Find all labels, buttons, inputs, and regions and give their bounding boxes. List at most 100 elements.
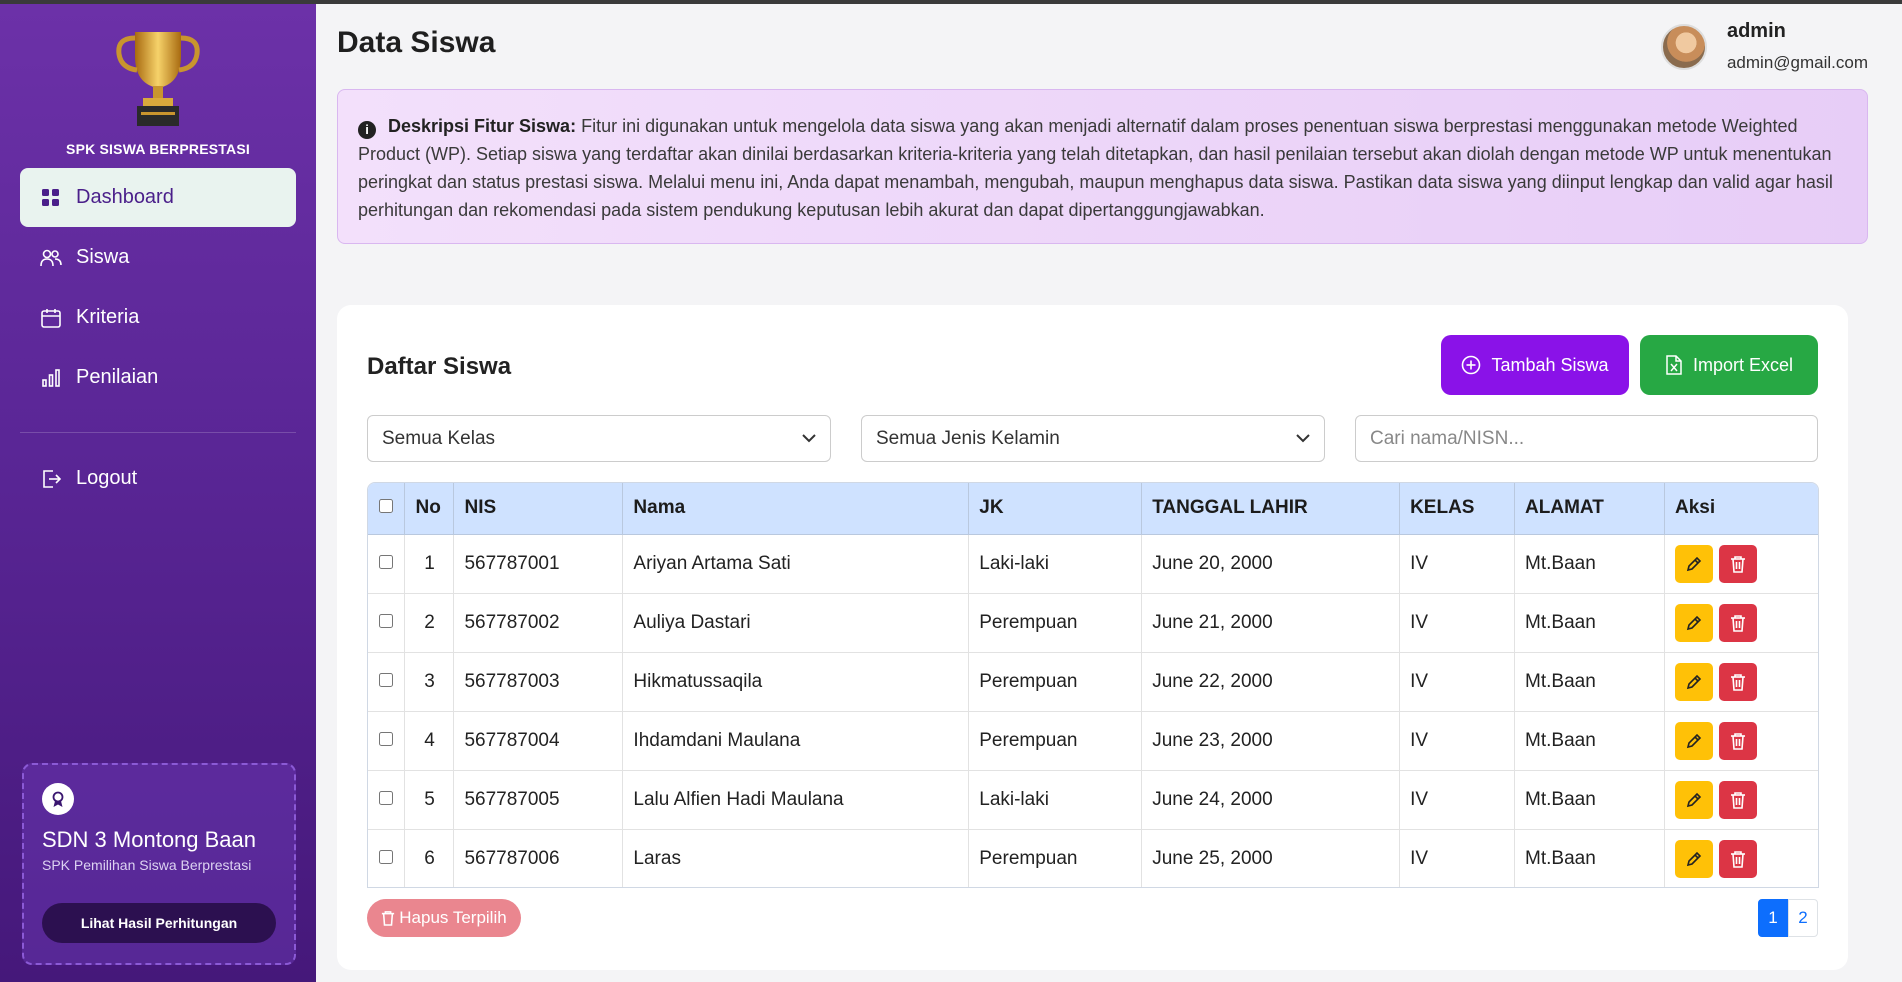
row-checkbox[interactable]: [379, 672, 394, 687]
cell-kelas: IV: [1399, 652, 1516, 712]
info-icon: i: [358, 121, 376, 139]
edit-button[interactable]: [1675, 662, 1713, 701]
cell-nis: 567787001: [453, 534, 624, 594]
cell-alamat: Mt.Baan: [1514, 593, 1665, 653]
column-header: Aksi: [1664, 483, 1818, 535]
delete-button[interactable]: [1719, 839, 1757, 878]
trash-icon: [1731, 555, 1745, 573]
card-title: Daftar Siswa: [367, 353, 512, 380]
table-header-row: No NIS Nama JK TANGGAL LAHIR KELAS ALAMA…: [368, 483, 1818, 535]
cell-nama: Laras: [622, 829, 970, 887]
table-row: 4 567787004 Ihdamdani Maulana Perempuan …: [368, 711, 1818, 771]
table-row: 3 567787003 Hikmatussaqila Perempuan Jun…: [368, 652, 1818, 712]
calendar-icon: [40, 307, 62, 329]
trash-icon: [1731, 732, 1745, 750]
column-header[interactable]: KELAS: [1399, 483, 1516, 535]
edit-button[interactable]: [1675, 721, 1713, 760]
cell-nama: Ariyan Artama Sati: [622, 534, 970, 594]
sidebar-item-siswa[interactable]: Siswa: [20, 228, 296, 287]
user-menu[interactable]: admin admin@gmail.com: [1660, 20, 1868, 73]
column-header[interactable]: JK: [968, 483, 1143, 535]
add-student-label: Tambah Siswa: [1491, 354, 1609, 375]
column-header[interactable]: NIS: [453, 483, 624, 535]
trophy-icon: [116, 32, 200, 126]
cell-jk: Perempuan: [968, 652, 1143, 712]
pagination: 1 2: [1758, 899, 1818, 937]
cell-aksi: [1664, 534, 1818, 594]
sidebar-item-kriteria[interactable]: Kriteria: [20, 288, 296, 347]
select-all-checkbox[interactable]: [379, 499, 394, 514]
logo: [0, 26, 316, 130]
column-header[interactable]: ALAMAT: [1514, 483, 1665, 535]
info-text: Fitur ini digunakan untuk mengelola data…: [358, 116, 1833, 220]
cell-aksi: [1664, 829, 1818, 887]
class-filter-select[interactable]: Semua Kelas: [367, 415, 831, 462]
student-table: No NIS Nama JK TANGGAL LAHIR KELAS ALAMA…: [367, 482, 1819, 888]
add-student-button[interactable]: Tambah Siswa: [1441, 335, 1629, 395]
trash-icon: [1731, 791, 1745, 809]
column-header[interactable]: TANGGAL LAHIR: [1141, 483, 1401, 535]
edit-button[interactable]: [1675, 544, 1713, 583]
search-input[interactable]: [1355, 415, 1818, 462]
sidebar-item-penilaian[interactable]: Penilaian: [20, 348, 296, 407]
delete-button[interactable]: [1719, 603, 1757, 642]
cell-kelas: IV: [1399, 829, 1516, 887]
edit-button[interactable]: [1675, 839, 1713, 878]
cell-no: 4: [404, 711, 455, 771]
row-checkbox[interactable]: [379, 554, 394, 569]
logout-icon: [40, 468, 62, 490]
user-email: admin@gmail.com: [1726, 53, 1868, 72]
gender-filter-select[interactable]: Semua Jenis Kelamin: [861, 415, 1325, 462]
cell-kelas: IV: [1399, 711, 1516, 771]
class-filter-value: Semua Kelas: [382, 427, 496, 449]
sidebar-item-dashboard[interactable]: Dashboard: [20, 168, 296, 227]
delete-button[interactable]: [1719, 721, 1757, 760]
delete-button[interactable]: [1719, 662, 1757, 701]
users-icon: [40, 247, 62, 269]
row-checkbox[interactable]: [379, 731, 394, 746]
edit-button[interactable]: [1675, 780, 1713, 819]
delete-button[interactable]: [1719, 780, 1757, 819]
sidebar-divider: [20, 432, 296, 433]
cell-no: 1: [404, 534, 455, 594]
cell-kelas: IV: [1399, 593, 1516, 653]
brand-title: SPK SISWA BERPRESTASI: [66, 141, 250, 157]
table-row: 1 567787001 Ariyan Artama Sati Laki-laki…: [368, 534, 1818, 594]
sidebar-item-logout[interactable]: Logout: [20, 449, 296, 508]
cell-nis: 567787004: [453, 711, 624, 771]
page-link-2[interactable]: 2: [1788, 899, 1818, 937]
bulk-delete-button[interactable]: Hapus Terpilih: [367, 899, 521, 937]
delete-button[interactable]: [1719, 544, 1757, 583]
school-name: SDN 3 Montong Baan: [42, 827, 257, 852]
sidebar-item-label: Kriteria: [76, 306, 140, 328]
table-row: 5 567787005 Lalu Alfien Hadi Maulana Lak…: [368, 770, 1818, 830]
cell-nis: 567787003: [453, 652, 624, 712]
avatar[interactable]: [1660, 24, 1707, 70]
feature-description-alert: i Deskripsi Fitur Siswa: Fitur ini diguna…: [337, 89, 1868, 244]
sidebar-item-label: Dashboard: [76, 186, 174, 208]
pencil-icon: [1686, 792, 1702, 807]
grid-icon: [40, 187, 62, 209]
edit-button[interactable]: [1675, 603, 1713, 642]
info-label: Deskripsi Fitur Siswa:: [388, 116, 577, 136]
row-checkbox[interactable]: [379, 613, 394, 628]
view-results-button[interactable]: Lihat Hasil Perhitungan: [42, 903, 276, 943]
cell-jk: Laki-laki: [968, 770, 1143, 830]
trash-icon: [382, 911, 395, 926]
cell-alamat: Mt.Baan: [1514, 829, 1665, 887]
trash-icon: [1731, 614, 1745, 632]
cell-alamat: Mt.Baan: [1514, 770, 1665, 830]
pencil-icon: [1686, 674, 1702, 689]
cell-nama: Ihdamdani Maulana: [622, 711, 970, 771]
row-checkbox[interactable]: [379, 790, 394, 805]
sidebar: SPK SISWA BERPRESTASI Dashboard Siswa Kr…: [0, 4, 316, 982]
trash-icon: [1731, 673, 1745, 691]
pencil-icon: [1686, 615, 1702, 630]
table-row: 6 567787006 Laras Perempuan June 25, 200…: [368, 829, 1818, 887]
column-header[interactable]: Nama: [622, 483, 970, 535]
row-checkbox[interactable]: [379, 849, 394, 864]
column-header[interactable]: No: [404, 483, 455, 535]
import-excel-button[interactable]: Import Excel: [1640, 335, 1818, 395]
row-select-cell: [368, 652, 406, 712]
page-link-1[interactable]: 1: [1758, 899, 1788, 937]
